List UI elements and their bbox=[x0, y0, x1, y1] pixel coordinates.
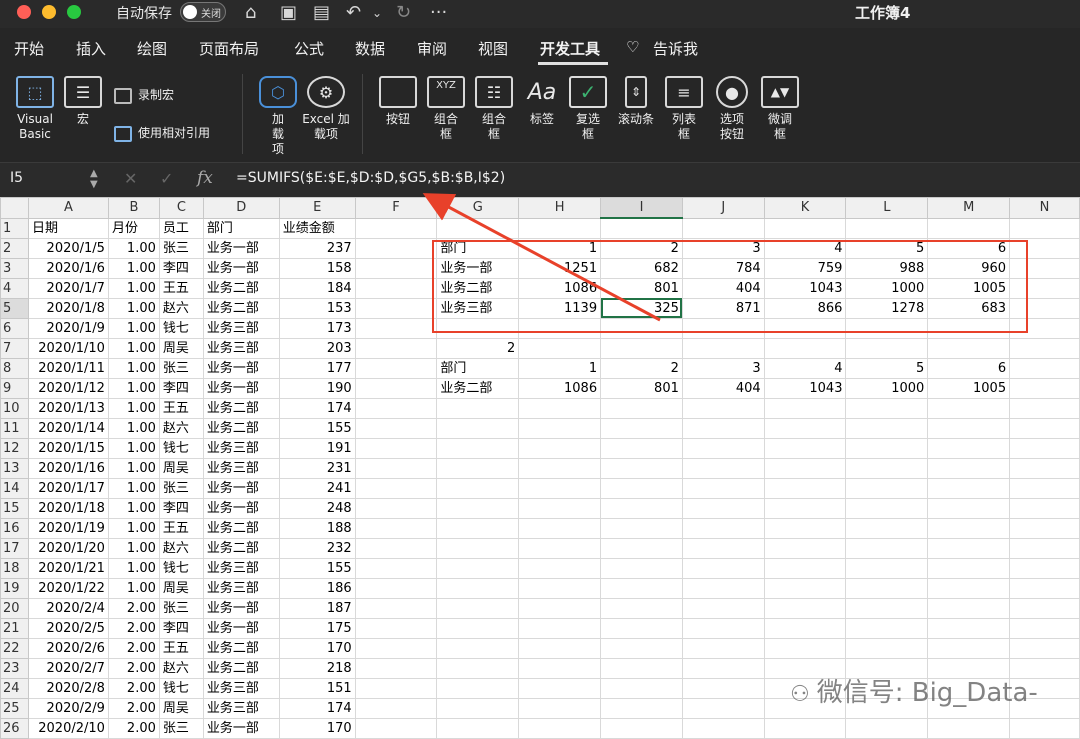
annotation-arrow-overlay bbox=[422, 193, 661, 322]
watermark-text: 微信号: Big_Data- bbox=[816, 678, 1038, 708]
wechat-icon: ⚇ bbox=[790, 682, 817, 707]
annotation-arrow bbox=[422, 193, 661, 322]
watermark: ⚇ 微信号: Big_Data- bbox=[790, 672, 1038, 709]
